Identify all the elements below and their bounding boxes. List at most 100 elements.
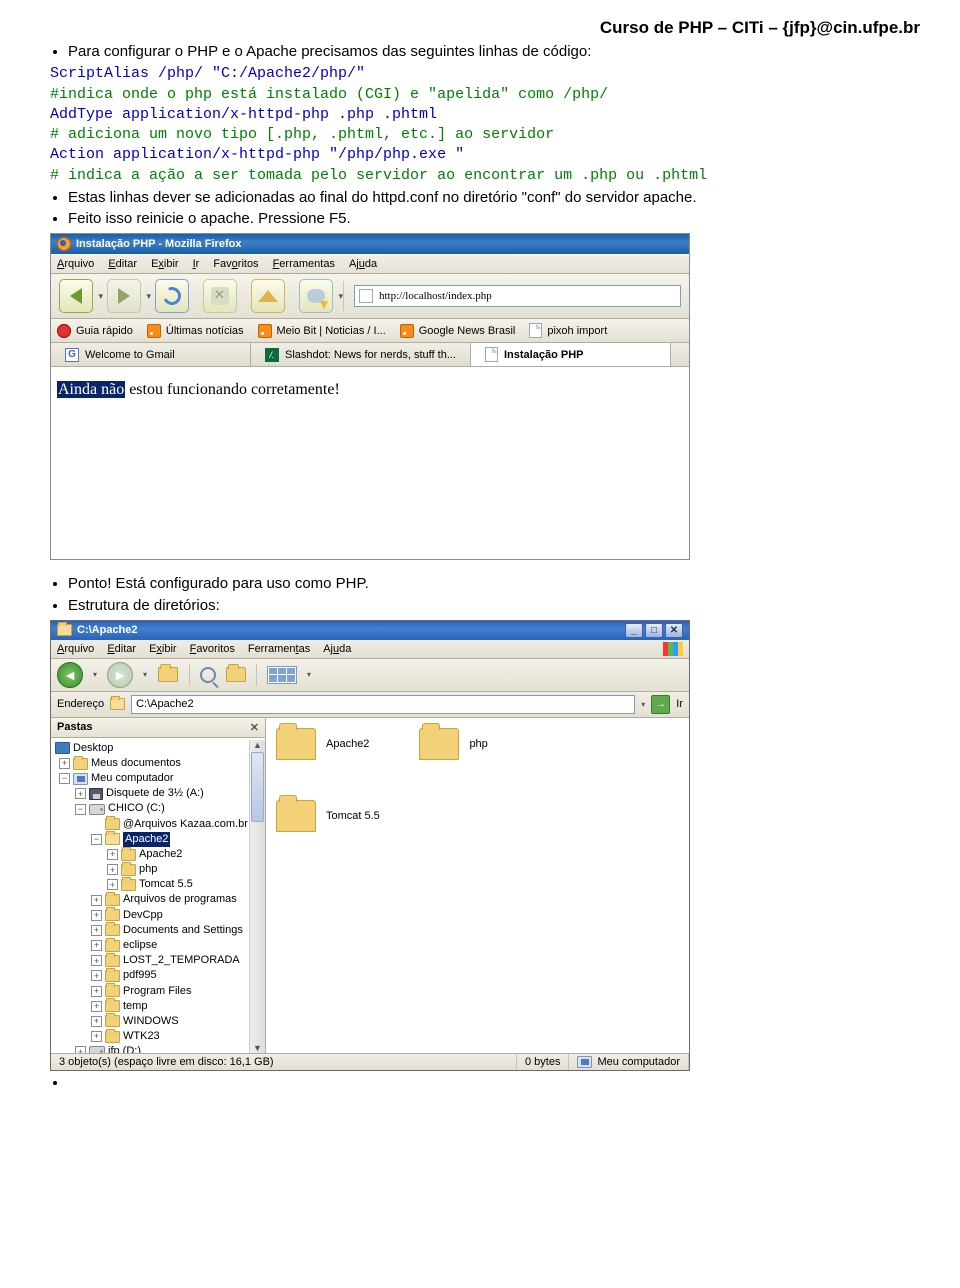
nav-back-button[interactable]: ◄ — [57, 662, 83, 688]
stop-button[interactable] — [203, 279, 237, 313]
menu-ir[interactable]: Ir — [193, 258, 200, 270]
expand-icon[interactable]: + — [59, 758, 70, 769]
rss-icon — [258, 324, 272, 338]
views-button[interactable] — [267, 666, 297, 684]
scroll-up-icon[interactable]: ▲ — [253, 740, 262, 750]
folders-button[interactable] — [226, 667, 246, 682]
expand-icon[interactable]: + — [91, 955, 102, 966]
folder-icon — [105, 970, 120, 982]
address-input[interactable] — [131, 695, 635, 714]
tab-slashdot[interactable]: /.Slashdot: News for nerds, stuff th... — [251, 343, 471, 366]
weather-button[interactable]: ▾ — [299, 279, 333, 313]
fwd-dropdown[interactable]: ▾ — [143, 670, 147, 679]
ex-menu-ajuda[interactable]: Ajuda — [323, 643, 351, 655]
tree-close-button[interactable]: ✕ — [250, 721, 259, 734]
reload-button[interactable] — [155, 279, 189, 313]
minimize-button[interactable]: _ — [625, 623, 643, 638]
ex-menu-favoritos[interactable]: Favoritos — [190, 643, 235, 655]
ex-menu-editar[interactable]: Editar — [107, 643, 136, 655]
expand-icon[interactable]: + — [91, 1001, 102, 1012]
ex-menu-ferramentas[interactable]: Ferramentas — [248, 643, 310, 655]
menu-exibir[interactable]: Exibir — [151, 258, 179, 270]
collapse-icon[interactable]: − — [59, 773, 70, 784]
bookmark-meiobit[interactable]: Meio Bit | Noticias / I... — [258, 324, 386, 338]
url-bar[interactable] — [354, 285, 681, 307]
back-dropdown[interactable]: ▾ — [93, 670, 97, 679]
explorer-titlebar[interactable]: C:\Apache2 _ □ ✕ — [51, 621, 689, 640]
tree-kazaa[interactable]: @Arquivos Kazaa.com.br — [55, 817, 263, 832]
tree-chico[interactable]: −CHICO (C:) — [55, 801, 263, 816]
file-php[interactable]: php — [419, 728, 487, 760]
close-button[interactable]: ✕ — [665, 623, 683, 638]
collapse-icon[interactable]: − — [75, 804, 86, 815]
tree-docset[interactable]: +Documents and Settings — [55, 923, 263, 938]
tree-desktop[interactable]: Desktop — [55, 741, 263, 756]
scroll-thumb[interactable] — [251, 752, 264, 822]
expand-icon[interactable]: + — [107, 849, 118, 860]
tree-arqprog[interactable]: +Arquivos de programas — [55, 892, 263, 907]
tree-php[interactable]: +php — [55, 862, 263, 877]
tree-meusdocs[interactable]: +Meus documentos — [55, 756, 263, 771]
expand-icon[interactable]: + — [91, 970, 102, 981]
scroll-down-icon[interactable]: ▼ — [253, 1043, 262, 1053]
tree-lost[interactable]: +LOST_2_TEMPORADA — [55, 953, 263, 968]
selected-text: Ainda não — [57, 381, 125, 398]
menu-ajuda[interactable]: Ajuda — [349, 258, 377, 270]
bookmark-google[interactable]: Google News Brasil — [400, 324, 516, 338]
expand-icon[interactable]: + — [91, 940, 102, 951]
expand-icon[interactable]: + — [91, 1031, 102, 1042]
views-dropdown[interactable]: ▾ — [307, 670, 311, 679]
tree-scrollbar[interactable]: ▲ ▼ — [249, 740, 265, 1053]
expand-icon[interactable]: + — [75, 788, 86, 799]
search-button[interactable] — [200, 667, 216, 683]
menu-ferramentas[interactable]: Ferramentas — [273, 258, 335, 270]
url-input[interactable] — [377, 289, 676, 303]
expand-icon[interactable]: + — [75, 1046, 86, 1052]
up-button[interactable] — [157, 664, 179, 686]
expand-icon[interactable]: + — [107, 879, 118, 890]
tree-jfp-d[interactable]: +jfp (D:) — [55, 1044, 263, 1053]
tree-progfiles[interactable]: +Program Files — [55, 984, 263, 999]
page-icon — [359, 289, 373, 303]
bookmark-guia[interactable]: Guia rápido — [57, 324, 133, 338]
expand-icon[interactable]: + — [91, 895, 102, 906]
tree-tomcat[interactable]: +Tomcat 5.5 — [55, 877, 263, 892]
expand-icon[interactable]: + — [107, 864, 118, 875]
maximize-button[interactable]: □ — [645, 623, 663, 638]
expand-icon[interactable]: + — [91, 925, 102, 936]
bookmark-ultimas[interactable]: Últimas notícias — [147, 324, 244, 338]
home-button[interactable] — [251, 279, 285, 313]
menu-editar[interactable]: Editar — [108, 258, 137, 270]
collapse-icon[interactable]: − — [91, 834, 102, 845]
tab-instalacao[interactable]: Instalação PHP — [471, 343, 671, 366]
tree-devcpp[interactable]: +DevCpp — [55, 908, 263, 923]
back-button[interactable]: ▾ — [59, 279, 93, 313]
tree-meucomp[interactable]: −Meu computador — [55, 771, 263, 786]
firefox-titlebar[interactable]: Instalação PHP - Mozilla Firefox — [51, 234, 689, 254]
tree-eclipse[interactable]: +eclipse — [55, 938, 263, 953]
tree-apache2-sub[interactable]: +Apache2 — [55, 847, 263, 862]
nav-forward-button[interactable]: ► — [107, 662, 133, 688]
ex-menu-arquivo[interactable]: Arquivo — [57, 643, 94, 655]
forward-button[interactable]: ▾ — [107, 279, 141, 313]
tree-apache2[interactable]: −Apache2 — [55, 832, 263, 847]
folder-icon — [57, 624, 72, 636]
folder-icon — [105, 924, 120, 936]
bookmark-pixoh[interactable]: pixoh import — [529, 323, 607, 338]
file-tomcat[interactable]: Tomcat 5.5 — [276, 800, 679, 832]
expand-icon[interactable]: + — [91, 910, 102, 921]
address-dropdown[interactable]: ▾ — [641, 700, 645, 709]
expand-icon[interactable]: + — [91, 986, 102, 997]
menu-arquivo[interactable]: AArquivorquivo — [57, 258, 94, 270]
tree-pdf995[interactable]: +pdf995 — [55, 968, 263, 983]
menu-favoritos[interactable]: Favoritos — [213, 258, 258, 270]
tree-floppy[interactable]: +Disquete de 3½ (A:) — [55, 786, 263, 801]
go-button[interactable]: → — [651, 695, 670, 714]
tree-temp[interactable]: +temp — [55, 999, 263, 1014]
file-apache2[interactable]: Apache2 — [276, 728, 369, 760]
tab-gmail[interactable]: GWelcome to Gmail — [51, 343, 251, 366]
tree-windows[interactable]: +WINDOWS — [55, 1014, 263, 1029]
expand-icon[interactable]: + — [91, 1016, 102, 1027]
tree-wtk[interactable]: +WTK23 — [55, 1029, 263, 1044]
ex-menu-exibir[interactable]: Exibir — [149, 643, 177, 655]
